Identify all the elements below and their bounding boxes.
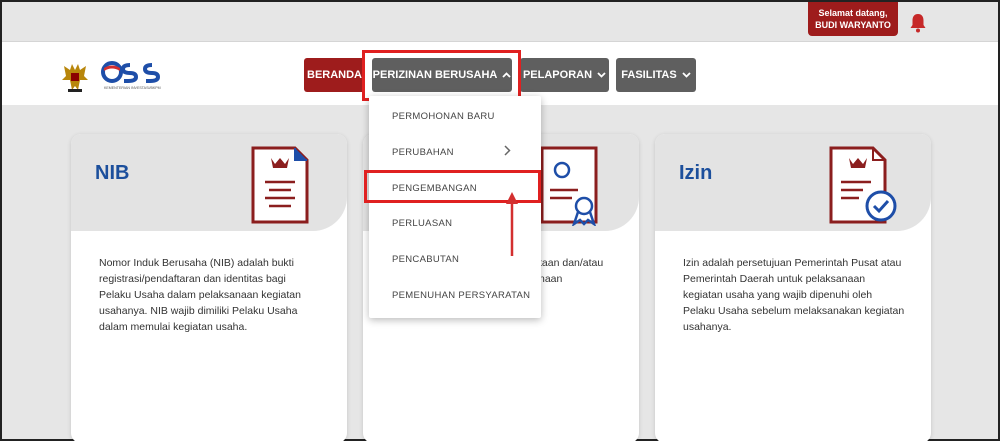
svg-text:KEMENTERIAN INVESTASI/BKPM: KEMENTERIAN INVESTASI/BKPM <box>104 86 161 90</box>
document-icon <box>251 146 309 224</box>
description-line: Pemerintah Daerah untuk pelaksanaan <box>683 273 866 285</box>
card-title: NIB <box>95 162 130 184</box>
nib-card[interactable]: NIB Nomor Induk Berusaha (NIB) adalah bu… <box>71 134 347 441</box>
description-line: Pelaku Usaha dalam pelaksanaan kegiatan <box>99 289 301 301</box>
nav-pelaporan-label: PELAPORAN <box>522 69 593 81</box>
description-line: usahanya. NIB wajib dimiliki Pelaku Usah… <box>99 305 298 317</box>
menu-item-label: PEMENUHAN PERSYARATAN <box>392 289 531 301</box>
menu-item-label: PERMOHONAN BARU <box>392 110 495 122</box>
chevron-down-icon <box>597 70 606 81</box>
annotation-arrow-icon <box>506 192 518 256</box>
description-line: kegiatan usaha yang wajib dipenuhi oleh <box>683 289 873 301</box>
approved-document-icon <box>829 146 897 224</box>
card-header: NIB <box>71 134 347 231</box>
description-line: naan <box>539 273 563 285</box>
menu-item-label: PERUBAHAN <box>392 146 454 158</box>
description-line: Pelaku Usaha sebelum melaksanakan kegiat… <box>683 305 905 317</box>
description-line: usahanya. <box>683 321 732 333</box>
card-description: Nomor Induk Berusaha (NIB) adalah bukti … <box>71 231 347 335</box>
menu-item-perubahan[interactable]: PERUBAHAN <box>369 134 541 170</box>
user-name: BUDI WARYANTO <box>815 20 891 30</box>
garuda-emblem-icon <box>62 64 88 92</box>
oss-logo[interactable]: KEMENTERIAN INVESTASI/BKPM <box>60 56 180 96</box>
nav-beranda-button[interactable]: BERANDA <box>304 58 365 92</box>
menu-item-label: PENCABUTAN <box>392 253 460 265</box>
description-line: Nomor Induk Berusaha (NIB) adalah bukti <box>99 257 294 269</box>
menu-item-pemenuhan-persyaratan[interactable]: PEMENUHAN PERSYARATAN <box>369 277 541 313</box>
izin-card[interactable]: Izin Izin adalah persetujuan Pemerintah … <box>655 134 931 441</box>
chevron-down-icon <box>682 70 691 81</box>
card-description: Izin adalah persetujuan Pemerintah Pusat… <box>655 231 931 335</box>
description-line: registrasi/pendaftaran dan identitas bag… <box>99 273 286 285</box>
card-header: Izin <box>655 134 931 231</box>
top-bar: Selamat datang, BUDI WARYANTO <box>2 2 998 42</box>
welcome-greeting: Selamat datang, <box>818 8 888 18</box>
menu-item-permohonan-baru[interactable]: PERMOHONAN BARU <box>369 98 541 134</box>
chevron-right-icon <box>504 145 511 159</box>
bell-icon[interactable] <box>909 13 927 33</box>
description-line: Izin adalah persetujuan Pemerintah Pusat… <box>683 257 902 269</box>
nav-fasilitas-label: FASILITAS <box>621 69 677 81</box>
certificate-icon <box>540 146 598 226</box>
user-welcome-badge[interactable]: Selamat datang, BUDI WARYANTO <box>808 2 898 36</box>
description-line: taan dan/atau <box>539 257 604 269</box>
nav-beranda-label: BERANDA <box>307 69 362 81</box>
nav-pelaporan-button[interactable]: PELAPORAN <box>520 58 609 92</box>
card-title: Izin <box>679 162 713 184</box>
highlight-box-nav <box>362 50 521 101</box>
nav-fasilitas-button[interactable]: FASILITAS <box>616 58 696 92</box>
description-line: dalam memulai kegiatan usaha. <box>99 321 248 333</box>
menu-item-label: PERLUASAN <box>392 217 453 229</box>
